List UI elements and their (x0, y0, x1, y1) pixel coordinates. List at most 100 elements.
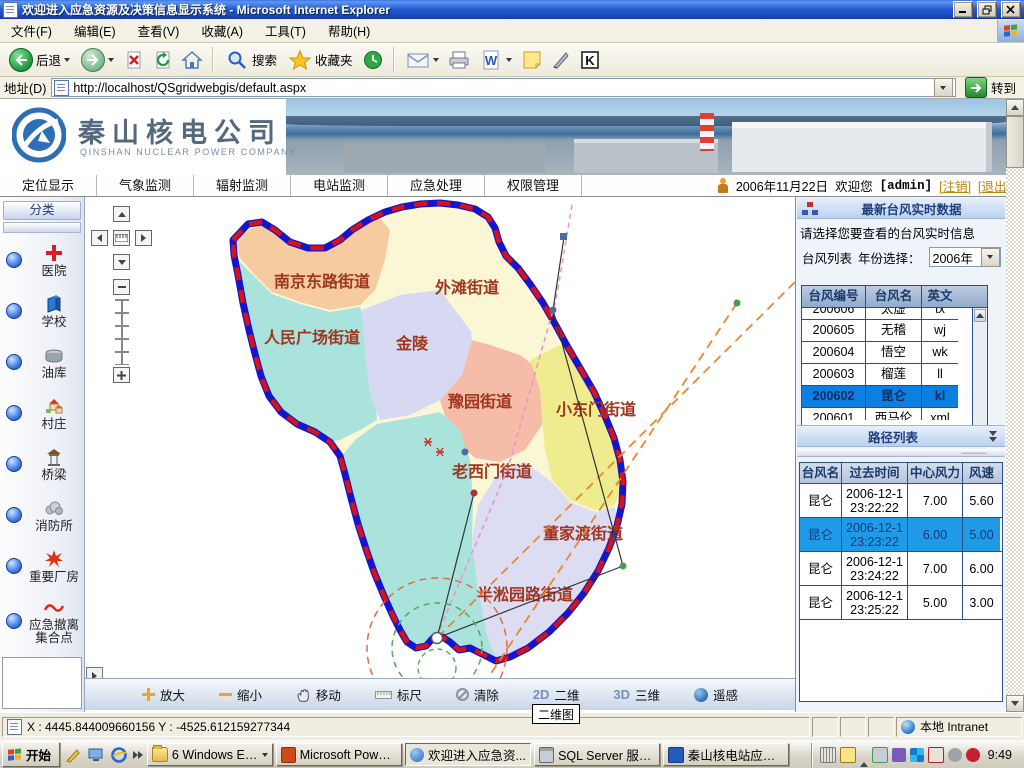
home-button[interactable] (180, 48, 204, 72)
mail-dropdown-icon[interactable] (433, 58, 439, 62)
table-scrollbar[interactable] (972, 308, 987, 441)
scroll-thumb[interactable] (1006, 116, 1024, 168)
sphere-toggle-icon[interactable] (6, 558, 22, 574)
menu-file[interactable]: 文件(F) (0, 18, 63, 43)
sphere-toggle-icon[interactable] (6, 456, 22, 472)
taskbar-item-word-document[interactable]: 秦山核电站应急... (663, 743, 789, 766)
pan-center-button[interactable] (113, 230, 130, 246)
table-row[interactable]: 200603 榴莲 ll (802, 364, 958, 386)
zoom-slider[interactable] (115, 299, 129, 365)
sidebar-item-important-plant[interactable]: 重要厂房 (2, 545, 82, 587)
zoom-in-step-button[interactable] (113, 367, 130, 383)
quick-launch-ie-icon[interactable] (109, 745, 129, 765)
table-row[interactable]: 200605 无稽 wj (802, 320, 958, 342)
scroll-up-button[interactable] (1006, 99, 1024, 116)
pan-down-button[interactable] (113, 254, 130, 270)
back-dropdown-icon[interactable] (64, 58, 70, 62)
menu-edit[interactable]: 编辑(E) (63, 18, 127, 43)
year-dropdown-button[interactable] (981, 248, 1000, 267)
map-2d-button[interactable]: 2D二维 (533, 685, 580, 704)
sidebar-item-assembly-point[interactable]: 应急撤离集合点 (2, 596, 82, 645)
help-tray-icon[interactable] (840, 747, 856, 763)
table-row-selected[interactable]: 200602 昆仑 kl (802, 386, 958, 408)
taskbar-item-emergency-system[interactable]: 欢迎进入应急资... (405, 743, 531, 766)
map-zoom-in-button[interactable]: 放大 (142, 685, 185, 704)
sphere-toggle-icon[interactable] (6, 405, 22, 421)
path-list-header[interactable]: 路径列表 (797, 425, 1005, 447)
table-row[interactable]: 200604 悟空 wk (802, 342, 958, 364)
sphere-toggle-icon[interactable] (6, 303, 22, 319)
table-row[interactable]: 昆仑 2006-12-1 23:24:22 7.00 6.00 (800, 552, 1002, 586)
quick-launch-desktop-icon[interactable] (86, 745, 106, 765)
tray-expand-icon[interactable] (860, 748, 868, 762)
sidebar-item-hospital[interactable]: 医院 (2, 239, 82, 281)
zoom-out-step-button[interactable] (113, 279, 130, 295)
go-button[interactable]: 转到 (961, 77, 1020, 98)
sidebar-item-bridge[interactable]: 桥梁 (2, 443, 82, 485)
tab-weather[interactable]: 气象监测 (97, 175, 194, 196)
close-button[interactable] (1001, 1, 1021, 18)
back-button[interactable]: 后退 (6, 46, 73, 74)
page-scrollbar[interactable] (1006, 99, 1024, 712)
sidebar-item-oil-depot[interactable]: 油库 (2, 341, 82, 383)
tab-permissions[interactable]: 权限管理 (485, 175, 582, 196)
restore-button[interactable] (977, 1, 997, 18)
table-row[interactable]: 200606 太虚 tx (802, 308, 958, 320)
notes-button[interactable] (520, 48, 544, 72)
map-remote-sensing-button[interactable]: 遥感 (694, 685, 738, 704)
search-button[interactable]: 搜索 (222, 46, 280, 74)
menu-favorites[interactable]: 收藏(A) (190, 18, 254, 43)
map-ruler-button[interactable]: 标尺 (375, 685, 422, 704)
address-input[interactable]: http://localhost/QSgridwebgis/default.as… (51, 78, 956, 97)
sql-tray-icon[interactable] (872, 747, 888, 763)
refresh-button[interactable] (151, 48, 175, 72)
favorites-button[interactable]: 收藏夹 (285, 46, 356, 74)
tab-locate[interactable]: 定位显示 (0, 175, 97, 196)
word-dropdown-icon[interactable] (506, 58, 512, 62)
year-select[interactable]: 2006年 (929, 247, 1001, 267)
sphere-toggle-icon[interactable] (6, 354, 22, 370)
pan-left-button[interactable] (91, 230, 108, 246)
volume-tray-icon[interactable] (948, 748, 962, 762)
taskbar-item-powerpoint[interactable]: Microsoft PowerP... (276, 743, 402, 766)
sidebar-item-fire-station[interactable]: 消防所 (2, 494, 82, 536)
table-row[interactable]: 200601 西马伦 xml (802, 408, 958, 420)
map-3d-button[interactable]: 3D三维 (613, 685, 660, 704)
quick-launch-overflow-icon[interactable] (132, 745, 144, 765)
sidebar-item-school[interactable]: 学校 (2, 290, 82, 332)
scroll-down-button[interactable] (1006, 695, 1024, 712)
pen-button[interactable] (549, 48, 573, 72)
grid-tray-icon[interactable] (910, 748, 924, 762)
sidebar-item-village[interactable]: 村庄 (2, 392, 82, 434)
sphere-toggle-icon[interactable] (6, 507, 22, 523)
map-canvas[interactable]: 南京东路街道 外滩街道 人民广场街道 金陵 豫园街道 小东门街道 老西门街道 董… (85, 197, 795, 678)
k-app-button[interactable]: K (578, 48, 602, 72)
map-clear-button[interactable]: 清除 (456, 685, 499, 704)
sphere-toggle-icon[interactable] (6, 613, 22, 629)
tab-radiation[interactable]: 辐射监测 (194, 175, 291, 196)
forward-button[interactable] (78, 46, 117, 74)
tab-plant[interactable]: 电站监测 (291, 175, 388, 196)
map-pan-button[interactable]: 移动 (296, 685, 341, 704)
minimize-button[interactable] (953, 1, 973, 18)
quick-launch-pen-icon[interactable] (63, 745, 83, 765)
table-row[interactable]: 昆仑 2006-12-1 23:22:22 7.00 5.60 (800, 484, 1002, 518)
panel-splitter[interactable] (797, 449, 1005, 457)
mail-button[interactable] (403, 46, 442, 74)
sphere-toggle-icon[interactable] (6, 252, 22, 268)
taskbar-item-sql-server[interactable]: SQL Server 服务... (534, 743, 660, 766)
history-button[interactable] (361, 48, 385, 72)
taskbar-item-windows-explorer[interactable]: 6 Windows Expl... (147, 743, 273, 766)
start-button[interactable]: 开始 (2, 742, 60, 767)
map-zoom-out-button[interactable]: 缩小 (219, 685, 262, 704)
table-row[interactable]: 昆仑 2006-12-1 23:25:22 5.00 3.00 (800, 586, 1002, 620)
pan-right-button[interactable] (135, 230, 152, 246)
logout-link[interactable]: [注销] (939, 176, 971, 195)
pan-up-button[interactable] (113, 206, 130, 222)
menu-help[interactable]: 帮助(H) (317, 18, 381, 43)
edit-with-word-button[interactable]: W (476, 46, 515, 74)
messenger-tray-icon[interactable] (892, 748, 906, 762)
menu-tools[interactable]: 工具(T) (254, 18, 317, 43)
address-dropdown-button[interactable] (934, 78, 953, 97)
tab-emergency[interactable]: 应急处理 (388, 175, 485, 196)
